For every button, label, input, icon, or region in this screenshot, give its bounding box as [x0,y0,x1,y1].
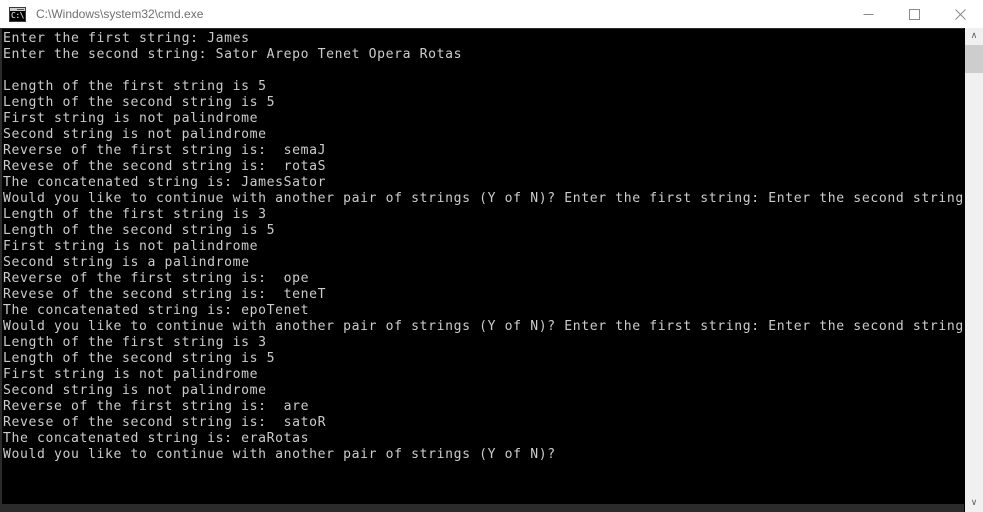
window-controls [845,0,983,28]
minimize-button[interactable] [845,0,891,28]
close-button[interactable] [937,0,983,28]
console-frame: Enter the first string: James Enter the … [0,28,983,512]
title-bar[interactable]: C:\. C:\Windows\system32\cmd.exe [0,0,983,29]
cmd-icon-prompt-glyph: C:\. [11,10,25,20]
cmd-console-icon: C:\. [9,6,26,22]
maximize-icon [908,8,920,20]
scrollbar-thumb[interactable] [965,45,983,73]
scroll-up-button[interactable]: ∧ [965,28,983,45]
chevron-up-icon: ∧ [970,31,978,41]
chevron-down-icon: ∨ [970,498,978,508]
minimize-icon [863,9,874,20]
scrollbar-track[interactable] [965,45,983,495]
title-bar-left: C:\. C:\Windows\system32\cmd.exe [0,6,845,22]
scroll-down-button[interactable]: ∨ [965,495,983,512]
console-output-area[interactable]: Enter the first string: James Enter the … [2,29,966,504]
window-title: C:\Windows\system32\cmd.exe [36,7,204,21]
console-output-text: Enter the first string: James Enter the … [3,31,966,462]
close-icon [954,8,966,20]
vertical-scrollbar[interactable]: ∧ ∨ [964,28,983,512]
maximize-button[interactable] [891,0,937,28]
cmd-window: C:\. C:\Windows\system32\cmd.exe [0,0,983,512]
